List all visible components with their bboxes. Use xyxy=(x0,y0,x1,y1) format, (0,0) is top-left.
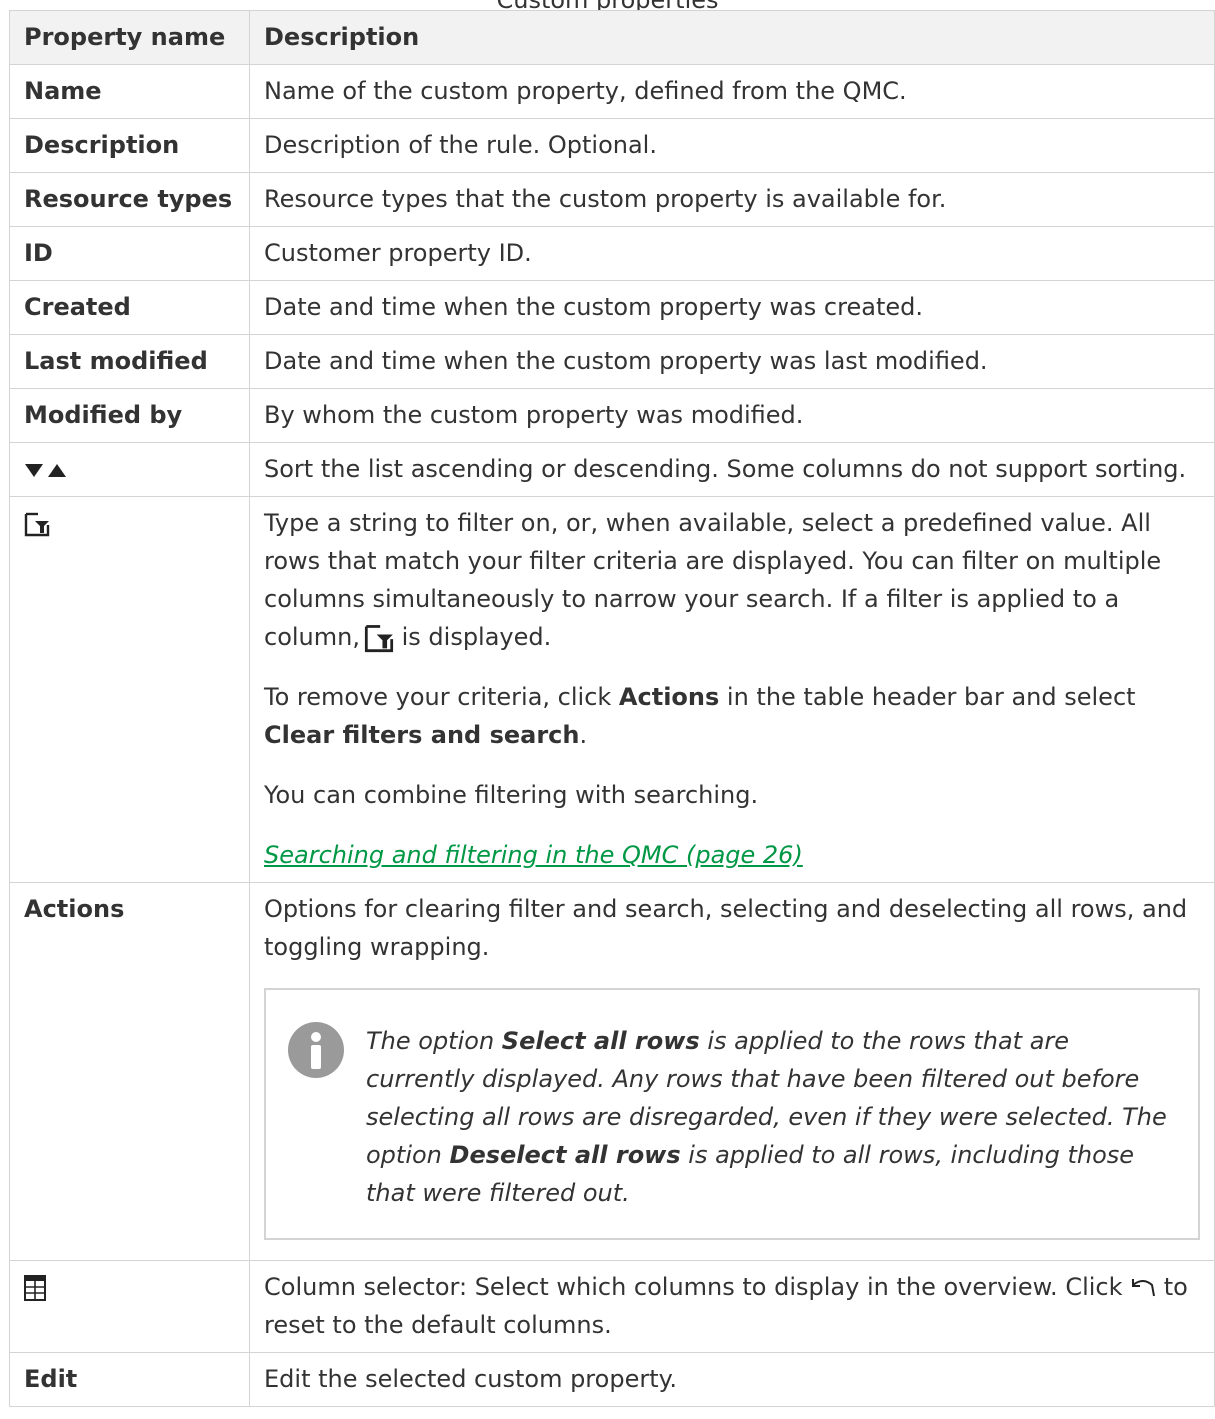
row-sort-desc: Sort the list ascending or descending. S… xyxy=(249,442,1215,497)
row-column-selector-icon-cell xyxy=(9,1260,250,1353)
filter-paragraph-1: Type a string to filter on, or, when ava… xyxy=(264,504,1200,656)
row-modified-by-label: Modified by xyxy=(9,388,250,443)
table-header-row: Property name Description xyxy=(9,10,1215,65)
table-row: Sort the list ascending or descending. S… xyxy=(9,442,1215,497)
header-description: Description xyxy=(249,10,1215,65)
table-row: Last modified Date and time when the cus… xyxy=(9,334,1215,389)
column-selector-text-1: Column selector: Select which columns to… xyxy=(264,1273,1131,1301)
table-row: Actions Options for clearing filter and … xyxy=(9,882,1215,1261)
table-row: Type a string to filter on, or, when ava… xyxy=(9,496,1215,883)
row-edit-desc: Edit the selected custom property. xyxy=(249,1352,1215,1407)
filter-applied-icon xyxy=(364,625,394,653)
filter-p2-text: To remove your criteria, click xyxy=(264,683,619,711)
row-actions-desc-cell: Options for clearing filter and search, … xyxy=(249,882,1215,1261)
filter-icon[interactable] xyxy=(24,511,50,537)
table-row: ID Customer property ID. xyxy=(9,226,1215,281)
info-icon xyxy=(288,1022,344,1078)
row-actions-label: Actions xyxy=(9,882,250,1261)
filter-text-after-icon: is displayed. xyxy=(393,623,552,651)
table-row: Edit Edit the selected custom property. xyxy=(9,1352,1215,1407)
row-id-label: ID xyxy=(9,226,250,281)
table-row: Modified by By whom the custom property … xyxy=(9,388,1215,443)
custom-properties-table: Property name Description Name Name of t… xyxy=(9,10,1215,1407)
note-text: The option Select all rows is applied to… xyxy=(366,1022,1176,1212)
row-sort-icon-cell xyxy=(9,442,250,497)
note-text-1: The option xyxy=(366,1027,502,1055)
row-name-desc: Name of the custom property, defined fro… xyxy=(249,64,1215,119)
actions-term: Actions xyxy=(618,683,720,711)
row-actions-desc: Options for clearing filter and search, … xyxy=(264,895,1188,961)
row-created-label: Created xyxy=(9,280,250,335)
sort-desc-asc-icon[interactable] xyxy=(24,459,68,481)
row-description-label: Description xyxy=(9,118,250,173)
filter-paragraph-3: You can combine filtering with searching… xyxy=(264,781,759,809)
select-all-rows-term: Select all rows xyxy=(501,1027,700,1055)
deselect-all-rows-term: Deselect all rows xyxy=(449,1141,681,1169)
clear-filters-term: Clear filters and search xyxy=(264,721,580,749)
filter-p2-middle: in the table header bar and select xyxy=(719,683,1136,711)
filter-paragraph-link: Searching and filtering in the QMC (page… xyxy=(264,836,1200,874)
header-property-name: Property name xyxy=(9,10,250,65)
filter-paragraph-2: To remove your criteria, click Actions i… xyxy=(264,678,1200,754)
table-row: Column selector: Select which columns to… xyxy=(9,1260,1215,1353)
table-columns-icon[interactable] xyxy=(24,1275,46,1301)
filter-p2-end: . xyxy=(579,721,588,749)
row-modified-by-desc: By whom the custom property was modified… xyxy=(249,388,1215,443)
row-description-desc: Description of the rule. Optional. xyxy=(249,118,1215,173)
row-resource-types-label: Resource types xyxy=(9,172,250,227)
row-filter-icon-cell xyxy=(9,496,250,883)
row-last-modified-desc: Date and time when the custom property w… xyxy=(249,334,1215,389)
searching-filtering-link[interactable]: Searching and filtering in the QMC (page… xyxy=(264,841,803,869)
reset-arrow-icon xyxy=(1132,1279,1156,1297)
row-id-desc: Customer property ID. xyxy=(249,226,1215,281)
row-created-desc: Date and time when the custom property w… xyxy=(249,280,1215,335)
table-row: Description Description of the rule. Opt… xyxy=(9,118,1215,173)
table-row: Resource types Resource types that the c… xyxy=(9,172,1215,227)
row-filter-desc: Type a string to filter on, or, when ava… xyxy=(249,496,1215,883)
info-note: The option Select all rows is applied to… xyxy=(264,988,1200,1240)
row-resource-types-desc: Resource types that the custom property … xyxy=(249,172,1215,227)
table-row: Name Name of the custom property, define… xyxy=(9,64,1215,119)
table-row: Created Date and time when the custom pr… xyxy=(9,280,1215,335)
row-column-selector-desc: Column selector: Select which columns to… xyxy=(249,1260,1215,1353)
row-name-label: Name xyxy=(9,64,250,119)
row-edit-label: Edit xyxy=(9,1352,250,1407)
row-last-modified-label: Last modified xyxy=(9,334,250,389)
